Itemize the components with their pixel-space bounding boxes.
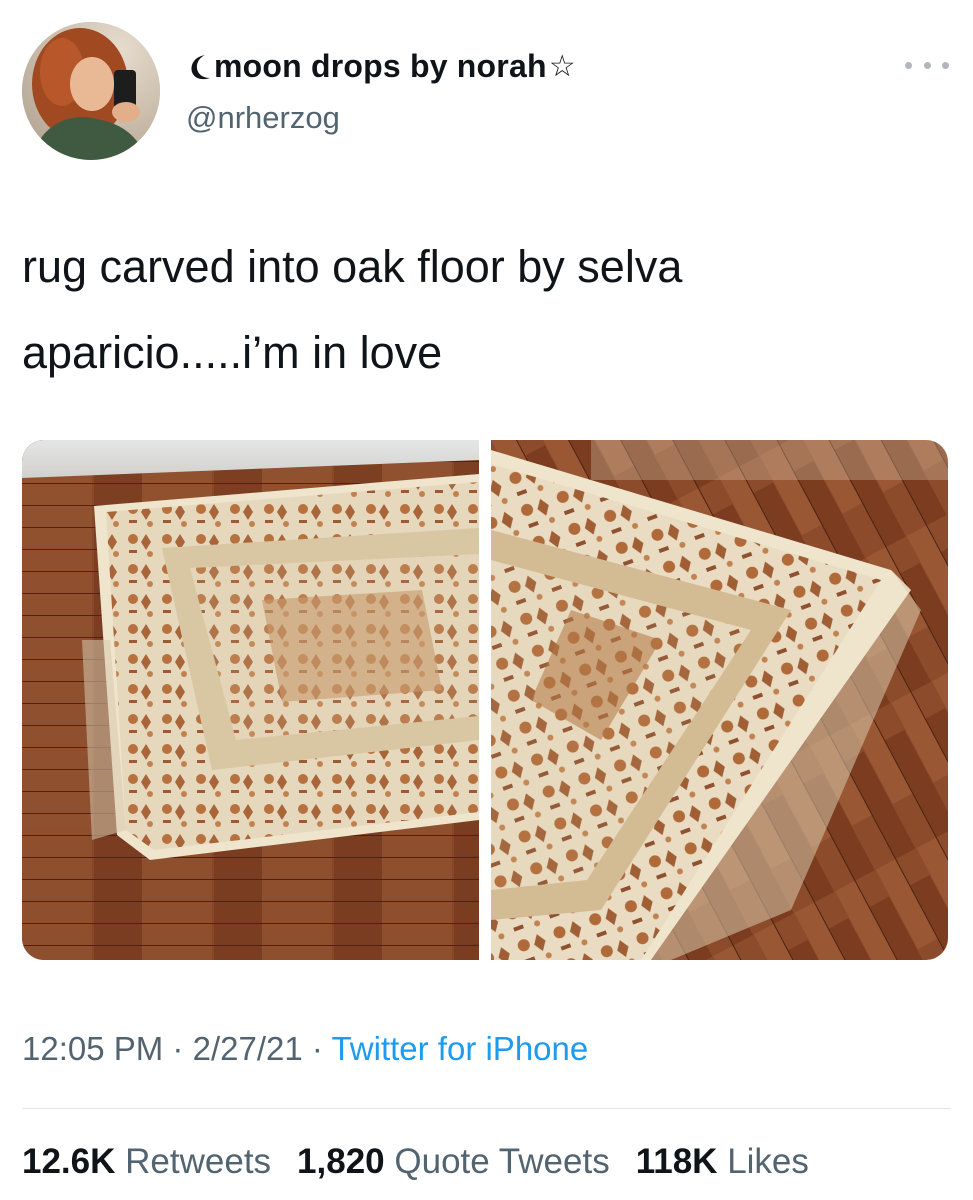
carved-rug-closeup-photo-icon: [491, 440, 948, 960]
retweets-count: 12.6K: [22, 1142, 116, 1181]
engagement-stats: 12.6K Retweets 1,820 Quote Tweets 118K L…: [22, 1142, 809, 1182]
quote-tweets-stat[interactable]: 1,820 Quote Tweets: [297, 1142, 610, 1182]
user-handle[interactable]: @nrherzog: [186, 100, 340, 136]
more-dots-icon: [923, 61, 931, 69]
likes-count: 118K: [635, 1142, 718, 1181]
crescent-moon-icon: [191, 54, 210, 79]
tweet-text: rug carved into oak floor by selva apari…: [22, 224, 922, 396]
more-options-button[interactable]: [905, 52, 949, 78]
tweet-card: moon drops by norah ☆ @nrherzog rug carv…: [0, 0, 973, 1200]
tweet-source-link[interactable]: Twitter for iPhone: [331, 1030, 588, 1067]
likes-stat[interactable]: 118K Likes: [636, 1142, 809, 1182]
meta-separator: ·: [311, 1030, 323, 1067]
more-dots-icon: [942, 61, 949, 69]
quote-tweets-label: Quote Tweets: [394, 1142, 610, 1181]
tweet-timestamp: 12:05 PM · 2/27/21 · Twitter for iPhone: [22, 1030, 588, 1068]
display-name[interactable]: moon drops by norah ☆: [186, 48, 576, 85]
tweet-text-line: rug carved into oak floor by selva: [22, 241, 683, 292]
tweet-photo-2[interactable]: [491, 440, 948, 960]
more-dots-icon: [905, 61, 912, 69]
tweet-date[interactable]: 2/27/21: [193, 1030, 303, 1067]
avatar[interactable]: [22, 22, 160, 160]
media-grid: [22, 440, 948, 960]
tweet-time[interactable]: 12:05 PM: [22, 1030, 163, 1067]
quote-tweets-count: 1,820: [297, 1142, 385, 1181]
carved-rug-photo-icon: [22, 440, 479, 960]
divider: [22, 1108, 951, 1109]
star-outline-icon: ☆: [548, 50, 576, 83]
meta-separator: ·: [172, 1030, 184, 1067]
profile-photo-icon: [22, 22, 160, 160]
display-name-text: moon drops by norah: [214, 48, 547, 84]
tweet-photo-1[interactable]: [22, 440, 479, 960]
likes-label: Likes: [727, 1142, 809, 1181]
retweets-stat[interactable]: 12.6K Retweets: [22, 1142, 271, 1182]
tweet-text-line: aparicio.....i’m in love: [22, 327, 443, 378]
retweets-label: Retweets: [125, 1142, 272, 1181]
